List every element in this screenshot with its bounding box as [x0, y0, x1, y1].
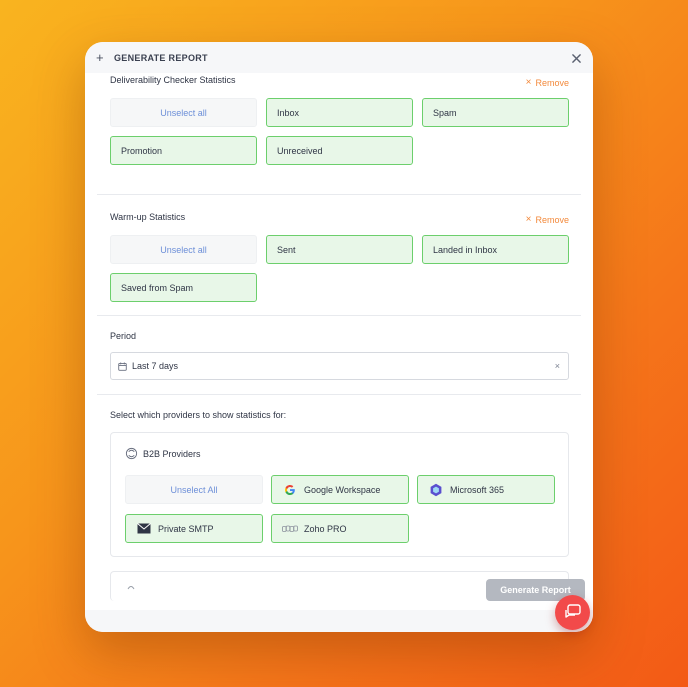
- close-icon: [572, 54, 581, 63]
- provider-chip-microsoft-365[interactable]: Microsoft 365: [417, 475, 555, 504]
- warmup-chip-sent[interactable]: Sent: [266, 235, 413, 264]
- warmup-section: Warm-up Statistics × Remove Unselect all…: [97, 195, 581, 316]
- deliverability-title: Deliverability Checker Statistics: [110, 75, 236, 85]
- warmup-remove-button[interactable]: × Remove: [526, 214, 569, 225]
- calendar-icon: [118, 361, 132, 371]
- zoho-icon: [282, 521, 298, 537]
- modal-title: GENERATE REPORT: [114, 52, 208, 63]
- remove-label: Remove: [535, 77, 569, 88]
- remove-label: Remove: [535, 214, 569, 225]
- next-group-icon: [127, 586, 135, 590]
- b2b-providers-icon: [125, 447, 138, 460]
- provider-label: Microsoft 365: [450, 484, 505, 495]
- provider-label: Zoho PRO: [304, 523, 347, 534]
- plus-icon: +: [96, 50, 104, 65]
- deliverability-remove-button[interactable]: × Remove: [526, 77, 569, 88]
- period-clear-icon[interactable]: ×: [555, 361, 560, 371]
- envelope-icon: [136, 521, 152, 537]
- generate-report-modal: + GENERATE REPORT Deliverability Checker…: [85, 42, 593, 632]
- warmup-chip-saved-from-spam[interactable]: Saved from Spam: [110, 273, 257, 302]
- deliverability-chip-promotion[interactable]: Promotion: [110, 136, 257, 165]
- warmup-title: Warm-up Statistics: [110, 212, 186, 222]
- period-select[interactable]: Last 7 days ×: [110, 352, 569, 380]
- provider-label: Google Workspace: [304, 484, 381, 495]
- providers-prompt: Select which providers to show statistic…: [110, 410, 287, 420]
- deliverability-chip-inbox[interactable]: Inbox: [266, 98, 413, 127]
- provider-chip-zoho-pro[interactable]: Zoho PRO: [271, 514, 409, 543]
- provider-chip-google-workspace[interactable]: Google Workspace: [271, 475, 409, 504]
- chat-support-button[interactable]: [555, 595, 590, 630]
- warmup-chip-landed-in-inbox[interactable]: Landed in Inbox: [422, 235, 569, 264]
- period-section: Period Last 7 days ×: [97, 316, 581, 395]
- report-options: Deliverability Checker Statistics × Remo…: [97, 73, 581, 610]
- period-label: Period: [110, 331, 137, 341]
- deliverability-chip-spam[interactable]: Spam: [422, 98, 569, 127]
- remove-x-icon: ×: [525, 77, 532, 88]
- deliverability-section: Deliverability Checker Statistics × Remo…: [97, 73, 581, 195]
- b2b-providers-group: B2B Providers Unselect All Google Worksp…: [110, 432, 569, 557]
- remove-x-icon: ×: [525, 214, 532, 225]
- report-options-scroll[interactable]: Deliverability Checker Statistics × Remo…: [97, 73, 581, 610]
- warmup-unselect-all-button[interactable]: Unselect all: [110, 235, 257, 264]
- chat-icon: [564, 604, 581, 618]
- deliverability-chip-unreceived[interactable]: Unreceived: [266, 136, 413, 165]
- b2b-providers-header: B2B Providers: [125, 447, 201, 460]
- google-icon: [282, 482, 298, 498]
- modal-footer: [85, 610, 593, 632]
- period-value: Last 7 days: [132, 361, 179, 371]
- b2b-providers-title: B2B Providers: [143, 448, 201, 459]
- provider-chip-private-smtp[interactable]: Private SMTP: [125, 514, 263, 543]
- provider-label: Private SMTP: [158, 523, 214, 534]
- providers-section: Select which providers to show statistic…: [97, 395, 581, 610]
- providers-unselect-all-button[interactable]: Unselect All: [125, 475, 263, 504]
- modal-header: + GENERATE REPORT: [85, 42, 593, 73]
- close-button[interactable]: [569, 51, 584, 66]
- microsoft-365-icon: [428, 482, 444, 498]
- deliverability-unselect-all-button[interactable]: Unselect all: [110, 98, 257, 127]
